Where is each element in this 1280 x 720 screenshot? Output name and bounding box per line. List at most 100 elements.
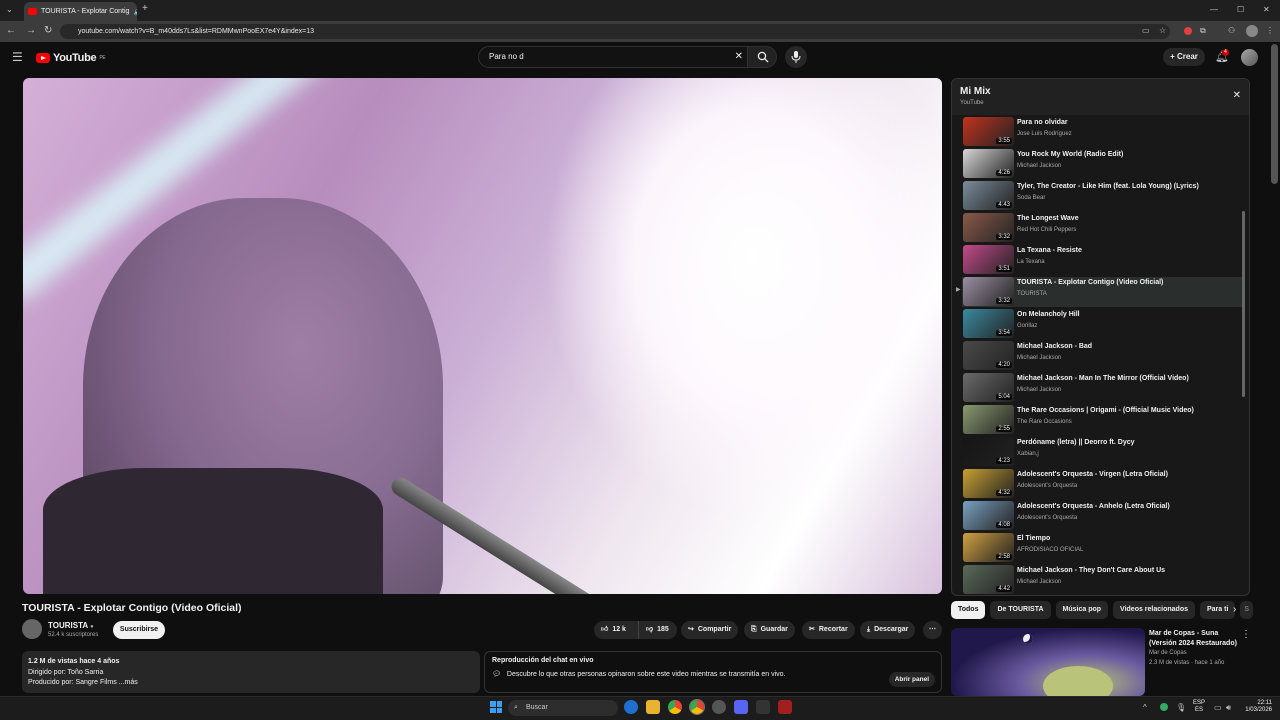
- youtube-logo[interactable]: YouTube PE: [36, 52, 106, 64]
- clear-search-icon[interactable]: ✕: [735, 52, 743, 62]
- file-explorer-icon[interactable]: [646, 700, 660, 714]
- related-video-thumbnail[interactable]: [951, 628, 1145, 696]
- bookmark-star-icon[interactable]: ☆: [1159, 26, 1166, 36]
- mix-item[interactable]: 5:04 Michael Jackson - Man In The Mirror …: [962, 373, 1242, 403]
- mix-item[interactable]: 4:23 Perdóname (letra) || Deorro ft. Dycy…: [962, 437, 1242, 467]
- save-button[interactable]: ⎘ Guardar: [744, 621, 795, 639]
- dislike-button[interactable]: 👎︎ 185: [638, 621, 677, 639]
- related-video-channel[interactable]: Mar de Copas: [1149, 650, 1187, 656]
- back-icon[interactable]: ←: [6, 26, 16, 36]
- mix-item[interactable]: ▶ 3:32 TOURISTA - Explotar Contigo (Video …: [956, 277, 1242, 307]
- chip-musica-pop[interactable]: Música pop: [1055, 601, 1109, 619]
- account-avatar[interactable]: [1241, 49, 1258, 66]
- mix-item[interactable]: 3:51 La Texana - Resiste La Texana: [962, 245, 1242, 275]
- chrome-active-icon[interactable]: [689, 699, 705, 715]
- mix-item-thumbnail: 4:23: [963, 437, 1014, 466]
- profile-icon[interactable]: ⚇: [1228, 26, 1235, 36]
- mix-item-channel: Michael Jackson: [1017, 579, 1062, 585]
- mix-item[interactable]: 4:32 Adolescent's Orquesta - Virgen (Letr…: [962, 469, 1242, 499]
- voice-search-button[interactable]: [785, 46, 807, 68]
- like-button[interactable]: 👍︎ 12 k: [594, 621, 638, 639]
- related-more-icon[interactable]: ⋮: [1241, 630, 1251, 640]
- clock-date: 1/03/2026: [1245, 707, 1272, 713]
- mix-item[interactable]: 2:58 El Tiempo AFRODISIACO OFICIAL: [962, 533, 1242, 563]
- avatar[interactable]: [1246, 25, 1258, 37]
- mix-item[interactable]: 4:26 You Rock My World (Radio Edit) Michae…: [962, 149, 1242, 179]
- tray-app-icon[interactable]: [1160, 703, 1168, 711]
- search-button[interactable]: [747, 46, 777, 68]
- channel-avatar[interactable]: [22, 619, 42, 639]
- mix-title: Mi Mix: [960, 86, 991, 97]
- clock[interactable]: 22:11 1/03/2026: [1240, 700, 1272, 714]
- extensions-puzzle-icon[interactable]: ⧉: [1200, 26, 1206, 36]
- mix-item[interactable]: 3:32 The Longest Wave Red Hot Chili Pepper…: [962, 213, 1242, 243]
- subscribe-button[interactable]: Suscribirse: [113, 621, 165, 639]
- office-app-icon[interactable]: [778, 700, 792, 714]
- tray-expand-icon[interactable]: ^: [1143, 703, 1147, 713]
- mix-item[interactable]: 2:55 The Rare Occasions | Origami - (Offi…: [962, 405, 1242, 435]
- extension-icon[interactable]: [1184, 27, 1192, 35]
- mix-item[interactable]: 4:08 Adolescent's Orquesta - Anhelo (Letr…: [962, 501, 1242, 531]
- tray-mic-icon[interactable]: 🎙︎: [1176, 703, 1186, 713]
- minimize-icon[interactable]: —: [1210, 5, 1218, 15]
- chip-para-ti[interactable]: Para ti: [1199, 601, 1236, 619]
- mix-item[interactable]: 4:20 Michael Jackson - Bad Michael Jackson: [962, 341, 1242, 371]
- page-scrollbar[interactable]: [1271, 44, 1278, 184]
- search-input[interactable]: Para no d ✕: [478, 46, 750, 68]
- related-video-title[interactable]: Mar de Copas - Suna (Versión 2024 Restau…: [1149, 629, 1239, 649]
- mix-subtitle: YouTube: [960, 100, 984, 106]
- tab-title: TOURISTA - Explotar Contig: [41, 8, 130, 15]
- cast-icon[interactable]: ▭: [1142, 26, 1150, 36]
- mix-item[interactable]: 3:55 Para no olvidar Jose Luis Rodríguez: [962, 117, 1242, 147]
- mix-item-title: The Rare Occasions | Origami - (Official…: [1017, 407, 1194, 414]
- url-field[interactable]: youtube.com/watch?v=B_m40dds7Ls&list=RDM…: [60, 24, 1170, 39]
- download-button[interactable]: ⤓ Descargar: [860, 621, 916, 639]
- network-icon[interactable]: ▭: [1214, 703, 1222, 713]
- mix-item[interactable]: 4:42 Michael Jackson - They Don't Care Ab…: [962, 565, 1242, 595]
- create-button[interactable]: + Crear: [1163, 48, 1205, 66]
- mix-item-duration: 2:55: [996, 426, 1012, 432]
- mix-item-thumbnail: 2:55: [963, 405, 1014, 434]
- browser-tab[interactable]: TOURISTA - Explotar Contig 🔈 ✕: [24, 2, 137, 21]
- chips-next-icon[interactable]: ›: [1233, 605, 1236, 615]
- language-indicator[interactable]: ESP ES: [1193, 700, 1205, 714]
- volume-icon[interactable]: 🔊︎: [1226, 703, 1231, 713]
- discord-icon[interactable]: [734, 700, 748, 714]
- close-window-icon[interactable]: ✕: [1263, 5, 1270, 15]
- browser-menu-icon[interactable]: ⋮: [1266, 26, 1274, 36]
- clip-button[interactable]: ✂ Recortar: [802, 621, 855, 639]
- chip-partial[interactable]: S: [1240, 601, 1254, 619]
- maximize-icon[interactable]: ☐: [1237, 5, 1244, 15]
- open-panel-button[interactable]: Abrir panel: [888, 672, 935, 687]
- epic-games-icon[interactable]: [756, 700, 770, 714]
- mix-scrollbar[interactable]: [1242, 211, 1245, 397]
- edge-icon[interactable]: [624, 700, 638, 714]
- chip-videos-relacionados[interactable]: Videos relacionados: [1113, 601, 1195, 619]
- more-icon: ⋯: [929, 626, 936, 633]
- mix-item-thumbnail: 3:55: [963, 117, 1014, 146]
- windows-start-icon[interactable]: [490, 701, 502, 713]
- chrome-icon[interactable]: [668, 700, 682, 714]
- video-player[interactable]: [23, 78, 942, 594]
- hamburger-menu-icon[interactable]: ☰: [12, 51, 23, 63]
- chip-de-tourista[interactable]: De TOURISTA: [990, 601, 1051, 619]
- stage-light: [543, 78, 942, 518]
- tab-menu-icon[interactable]: ⌄: [6, 5, 13, 15]
- close-mix-icon[interactable]: ✕: [1233, 91, 1241, 101]
- dislike-count: 185: [657, 626, 669, 633]
- new-tab-icon[interactable]: +: [142, 4, 148, 14]
- mix-item-channel: Xabian,j: [1017, 451, 1039, 457]
- taskbar-search[interactable]: ⌕ Buscar: [508, 700, 618, 716]
- description-box[interactable]: 1.2 M de vistas hace 4 años Dirigido por…: [22, 651, 480, 693]
- forward-icon[interactable]: →: [26, 26, 36, 36]
- channel-name[interactable]: TOURISTA ●: [48, 621, 94, 630]
- mix-item-duration: 4:08: [996, 522, 1012, 528]
- reload-icon[interactable]: ↻: [44, 26, 52, 36]
- app-icon[interactable]: [712, 700, 726, 714]
- share-button[interactable]: ↪ Compartir: [681, 621, 739, 639]
- chip-todos[interactable]: Todos: [951, 601, 986, 619]
- mix-item[interactable]: 4:43 Tyler, The Creator - Like Him (feat.…: [962, 181, 1242, 211]
- mix-item[interactable]: 3:54 On Melancholy Hill Gorillaz: [962, 309, 1242, 339]
- thumbs-down-icon: 👎︎: [646, 626, 654, 633]
- more-actions-button[interactable]: ⋯: [923, 621, 942, 639]
